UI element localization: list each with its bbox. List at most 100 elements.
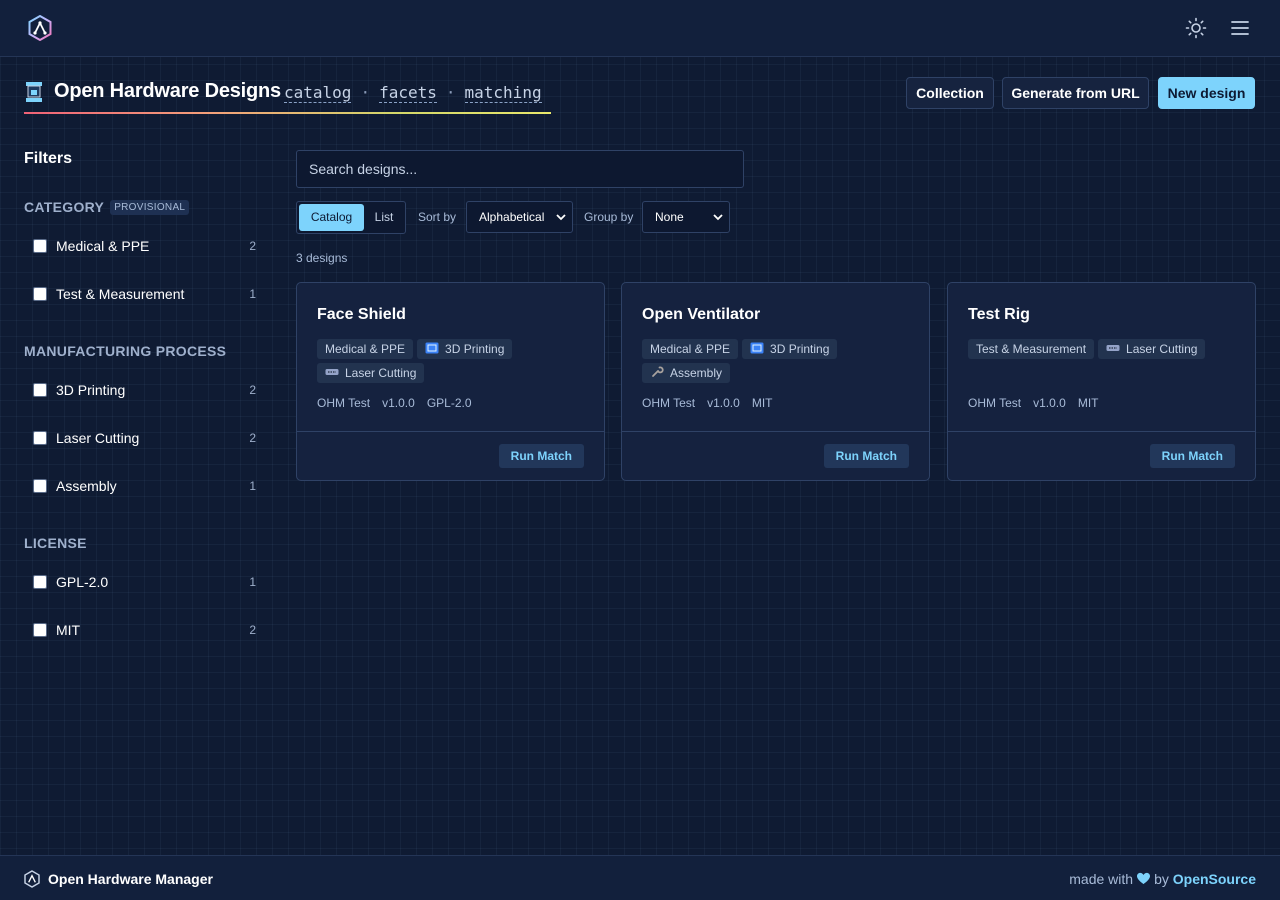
card-version: v1.0.0 xyxy=(1033,396,1066,410)
generate-from-url-button[interactable]: Generate from URL xyxy=(1002,77,1149,109)
card-title: Test Rig xyxy=(968,306,1030,323)
sun-icon[interactable] xyxy=(1184,16,1208,40)
printer-icon xyxy=(425,342,439,354)
filter-checkbox[interactable] xyxy=(33,239,47,253)
filter-gpl-2[interactable]: GPL-2.0 1 xyxy=(32,573,258,593)
tag-label: Laser Cutting xyxy=(1126,342,1198,356)
filter-count: 1 xyxy=(249,575,256,589)
footer: Open Hardware Manager made with by OpenSo… xyxy=(0,855,1280,900)
filter-checkbox[interactable] xyxy=(33,287,47,301)
filter-count: 2 xyxy=(249,239,256,253)
card-title: Open Ventilator xyxy=(642,306,761,323)
run-match-button[interactable]: Run Match xyxy=(498,444,584,468)
filter-laser-cutting[interactable]: Laser Cutting 2 xyxy=(32,429,258,449)
opensource-link[interactable]: OpenSource xyxy=(1173,871,1256,887)
filter-label: MIT xyxy=(56,622,81,638)
app-logo-icon[interactable] xyxy=(28,15,52,41)
nav-separator: · xyxy=(445,83,456,102)
run-match-button[interactable]: Run Match xyxy=(1149,444,1235,468)
license-section-title: LICENSE xyxy=(24,535,87,551)
group-label: Group by xyxy=(584,210,634,224)
filter-checkbox[interactable] xyxy=(33,431,47,445)
card-license: MIT xyxy=(1077,396,1099,410)
search-input[interactable] xyxy=(296,150,744,188)
tag-3d-printing: 3D Printing xyxy=(742,339,838,359)
tag-laser-cutting: Laser Cutting xyxy=(1098,339,1206,359)
title-underline xyxy=(24,112,551,114)
chevron-down-icon xyxy=(713,214,723,221)
manufacturing-process-section-title: MANUFACTURING PROCESS xyxy=(24,343,227,359)
filter-3d-printing[interactable]: 3D Printing 2 xyxy=(32,381,258,401)
made-with-text: made with by OpenSource xyxy=(1069,871,1256,887)
design-card[interactable]: Open Ventilator Medical & PPE 3D Printing… xyxy=(621,282,930,481)
filters-heading: Filters xyxy=(24,150,73,167)
card-tags: Medical & PPE 3D Printing Assembly xyxy=(642,339,922,387)
view-list-button[interactable]: List xyxy=(364,204,404,231)
filter-medical-ppe[interactable]: Medical & PPE 2 xyxy=(32,237,258,257)
top-bar xyxy=(0,0,1280,57)
filter-checkbox[interactable] xyxy=(33,383,47,397)
nav-link-facets[interactable]: facets xyxy=(379,83,437,103)
tag-label: 3D Printing xyxy=(445,342,505,356)
made-with-label: made with xyxy=(1069,871,1134,887)
run-match-button[interactable]: Run Match xyxy=(823,444,909,468)
filter-count: 1 xyxy=(249,287,256,301)
filter-count: 2 xyxy=(249,383,256,397)
filter-count: 2 xyxy=(249,623,256,637)
card-meta: OHM Test v1.0.0 MIT xyxy=(968,396,1111,410)
view-toggle: Catalog List xyxy=(296,201,406,234)
card-title: Face Shield xyxy=(317,306,406,323)
new-design-button[interactable]: New design xyxy=(1158,77,1255,109)
card-version: v1.0.0 xyxy=(382,396,415,410)
filter-label: GPL-2.0 xyxy=(56,574,109,590)
nav-link-matching[interactable]: matching xyxy=(464,83,542,103)
tag-assembly: Assembly xyxy=(642,363,731,383)
filter-checkbox[interactable] xyxy=(33,575,47,589)
app-logo-icon xyxy=(24,870,40,888)
card-author: OHM Test xyxy=(968,396,1022,410)
tag-category: Medical & PPE xyxy=(317,339,414,359)
filter-label: Medical & PPE xyxy=(56,238,150,254)
laser-icon xyxy=(1106,345,1120,351)
tag-label: Assembly xyxy=(670,366,723,380)
filter-checkbox[interactable] xyxy=(33,479,47,493)
filter-test-measurement[interactable]: Test & Measurement 1 xyxy=(32,285,258,305)
chevron-down-icon xyxy=(556,214,566,221)
tag-category: Medical & PPE xyxy=(642,339,739,359)
designs-count: 3 designs xyxy=(296,251,348,265)
footer-app-name: Open Hardware Manager xyxy=(48,871,213,887)
view-catalog-button[interactable]: Catalog xyxy=(299,204,364,231)
card-tags: Test & Measurement Laser Cutting xyxy=(968,339,1248,363)
tag-label: 3D Printing xyxy=(770,342,830,356)
filter-mit[interactable]: MIT 2 xyxy=(32,621,258,641)
sort-label: Sort by xyxy=(418,210,457,224)
design-card[interactable]: Test Rig Test & Measurement Laser Cutting… xyxy=(947,282,1256,481)
sort-select[interactable]: Alphabetical xyxy=(466,201,573,233)
by-label: by xyxy=(1154,871,1169,887)
page-title: Open Hardware Designs xyxy=(54,80,281,102)
nav-separator: · xyxy=(360,83,371,102)
nav-link-catalog[interactable]: catalog xyxy=(284,83,352,103)
collection-button[interactable]: Collection xyxy=(906,77,994,109)
group-value: None xyxy=(655,210,684,224)
filter-label: Laser Cutting xyxy=(56,430,140,446)
card-divider xyxy=(297,431,604,432)
filter-assembly[interactable]: Assembly 1 xyxy=(32,477,258,497)
filter-checkbox[interactable] xyxy=(33,623,47,637)
card-meta: OHM Test v1.0.0 GPL-2.0 xyxy=(317,396,484,410)
sort-value: Alphabetical xyxy=(479,210,545,224)
card-tags: Medical & PPE 3D Printing Laser Cutting xyxy=(317,339,597,387)
tag-3d-printing: 3D Printing xyxy=(417,339,513,359)
header-nav: catalog · facets · matching xyxy=(284,83,542,103)
design-card[interactable]: Face Shield Medical & PPE 3D Printing Lase… xyxy=(296,282,605,481)
card-divider xyxy=(948,431,1255,432)
hamburger-menu-icon[interactable] xyxy=(1228,16,1252,40)
card-author: OHM Test xyxy=(317,396,371,410)
category-title: CATEGORY xyxy=(24,199,105,215)
group-select[interactable]: None xyxy=(642,201,730,233)
card-divider xyxy=(622,431,929,432)
tag-laser-cutting: Laser Cutting xyxy=(317,363,425,383)
filter-label: Test & Measurement xyxy=(56,286,185,302)
card-license: MIT xyxy=(751,396,773,410)
provisional-badge: PROVISIONAL xyxy=(110,200,190,215)
